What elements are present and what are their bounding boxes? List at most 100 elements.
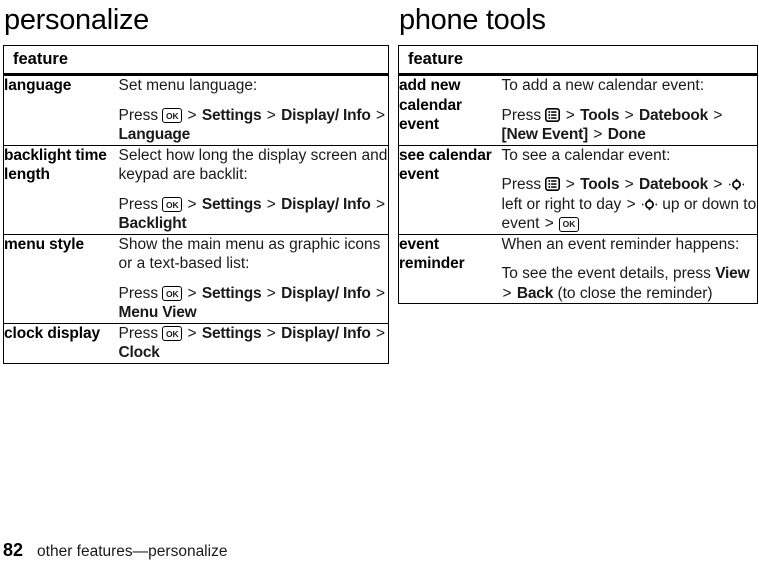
feature-name: see calendar event [398,144,502,234]
detail-post-text: (to close the reminder) [557,284,713,302]
softkey-label: View [715,265,750,282]
press-label: Press [501,176,542,193]
path-separator: > [624,176,634,193]
menu-path: Press OK > Settings > Display/ Info > Ba… [119,195,389,234]
menu-path-item: Settings [201,284,262,302]
table-row: language Set menu language: Press OK > S… [4,75,389,146]
path-separator: > [593,126,603,143]
ok-key-icon: OK [162,108,183,123]
path-separator: > [187,324,197,342]
path-separator: > [713,106,723,124]
menu-path-item: Menu View [118,304,197,321]
personalize-feature-table: feature language Set menu language: Pres… [3,45,389,364]
menu-path-item: Settings [201,324,262,342]
path-separator: > [502,284,512,302]
feature-name: event reminder [398,233,502,304]
menu-key-icon [545,177,561,191]
page-title-personalize: personalize [4,4,150,36]
feature-name: clock display [3,322,119,363]
menu-path-item: Done [607,126,646,143]
table-row: add new calendar event To add a new cale… [399,75,758,146]
description-intro: Set menu language: [118,77,258,94]
feature-description: To add a new calendar event: Press > Too… [502,75,758,146]
menu-path-item: Display/ Info [281,106,371,124]
path-separator: > [626,195,636,213]
feature-description: Press OK > Settings > Display/ Info > Cl… [118,322,389,363]
description-intro: To add a new calendar event: [501,77,705,94]
table-header-row: feature [3,45,389,76]
feature-name: backlight time length [3,144,119,234]
feature-name: menu style [3,233,119,323]
page-title-phone-tools: phone tools [399,4,546,36]
table-row: event reminder When an event reminder ha… [398,233,758,304]
right-column: phone tools feature add new calendar eve… [398,0,758,304]
path-separator: > [375,195,386,213]
ok-key-icon: OK [162,286,183,301]
menu-path-item: Clock [118,344,160,361]
path-separator: > [266,106,276,124]
navigation-key-icon [728,177,745,192]
path-separator: > [266,284,276,302]
menu-path-item: Settings [201,195,262,213]
path-separator: > [187,284,197,302]
press-label: Press [118,106,159,124]
ok-key-icon: OK [559,216,579,232]
menu-path: Press OK > Settings > Display/ Info > Cl… [119,324,389,363]
press-label: Press [118,324,159,342]
page-footer: 82 other features—personalize [3,540,227,562]
press-label: Press [118,284,159,302]
menu-path: Press [502,106,758,145]
path-separator: > [266,324,276,342]
phone-tools-feature-table: feature add new calendar event To add a … [398,45,758,304]
nav-direction-text: left or right to day [501,195,622,213]
feature-name: language [4,77,72,94]
menu-path-item: Datebook [639,176,709,193]
path-separator: > [713,176,723,193]
menu-key-icon [545,107,561,122]
footer-breadcrumb: other features—personalize [37,543,228,560]
column-header-feature: feature [13,50,69,68]
path-separator: > [375,324,386,342]
column-header-feature: feature [408,50,464,68]
table-row: backlight time length Select how long th… [3,144,389,234]
manual-page: personalize feature language Set menu la… [0,0,759,567]
table-row: clock display Press OK > Settings > Disp… [3,322,389,363]
detail-pre-text: To see the event details, press [501,265,711,282]
menu-path-item: Display/ Info [281,284,371,302]
feature-description: To see a calendar event: Press > Tools >… [501,144,758,234]
press-label: Press [501,106,542,124]
menu-path-item: Display/ Info [281,195,371,213]
left-column: personalize feature language Set menu la… [3,0,389,364]
description-intro: Select how long the display screen and k… [118,146,388,184]
menu-path: Press [502,175,758,234]
feature-description: Show the main menu as graphic icons or a… [118,233,389,323]
reminder-detail: To see the event details, press View > B… [502,264,758,303]
feature-name: add new calendar event [399,77,462,133]
menu-path-item: Display/ Info [281,324,371,342]
feature-description: When an event reminder happens: To see t… [501,233,758,304]
description-intro: To see a calendar event: [501,146,671,164]
menu-path: Press OK > Settings > Display/ Info > La… [119,106,389,145]
description-intro: Show the main menu as graphic icons or a… [118,235,381,273]
feature-description: Set menu language: Press OK > Settings >… [119,75,389,146]
ok-key-icon: OK [162,197,183,212]
menu-path-item: Tools [580,106,620,124]
table-row: menu style Show the main menu as graphic… [3,233,389,323]
description-intro: When an event reminder happens: [501,235,740,253]
navigation-key-icon [641,197,658,212]
path-separator: > [565,176,575,193]
softkey-label: Back [516,284,554,302]
feature-description: Select how long the display screen and k… [118,144,389,234]
path-separator: > [375,284,386,302]
menu-path-item: Backlight [118,215,187,232]
menu-path-item: Settings [201,106,262,124]
path-separator: > [624,106,634,124]
menu-path-item: Language [118,126,191,143]
path-separator: > [565,106,575,124]
menu-path-item: [New Event] [501,126,589,143]
menu-path-item: Tools [580,176,620,193]
menu-path: Press OK > Settings > Display/ Info > Me… [119,284,389,323]
path-separator: > [266,195,276,213]
menu-path-item: Datebook [639,106,709,124]
path-separator: > [187,195,197,213]
